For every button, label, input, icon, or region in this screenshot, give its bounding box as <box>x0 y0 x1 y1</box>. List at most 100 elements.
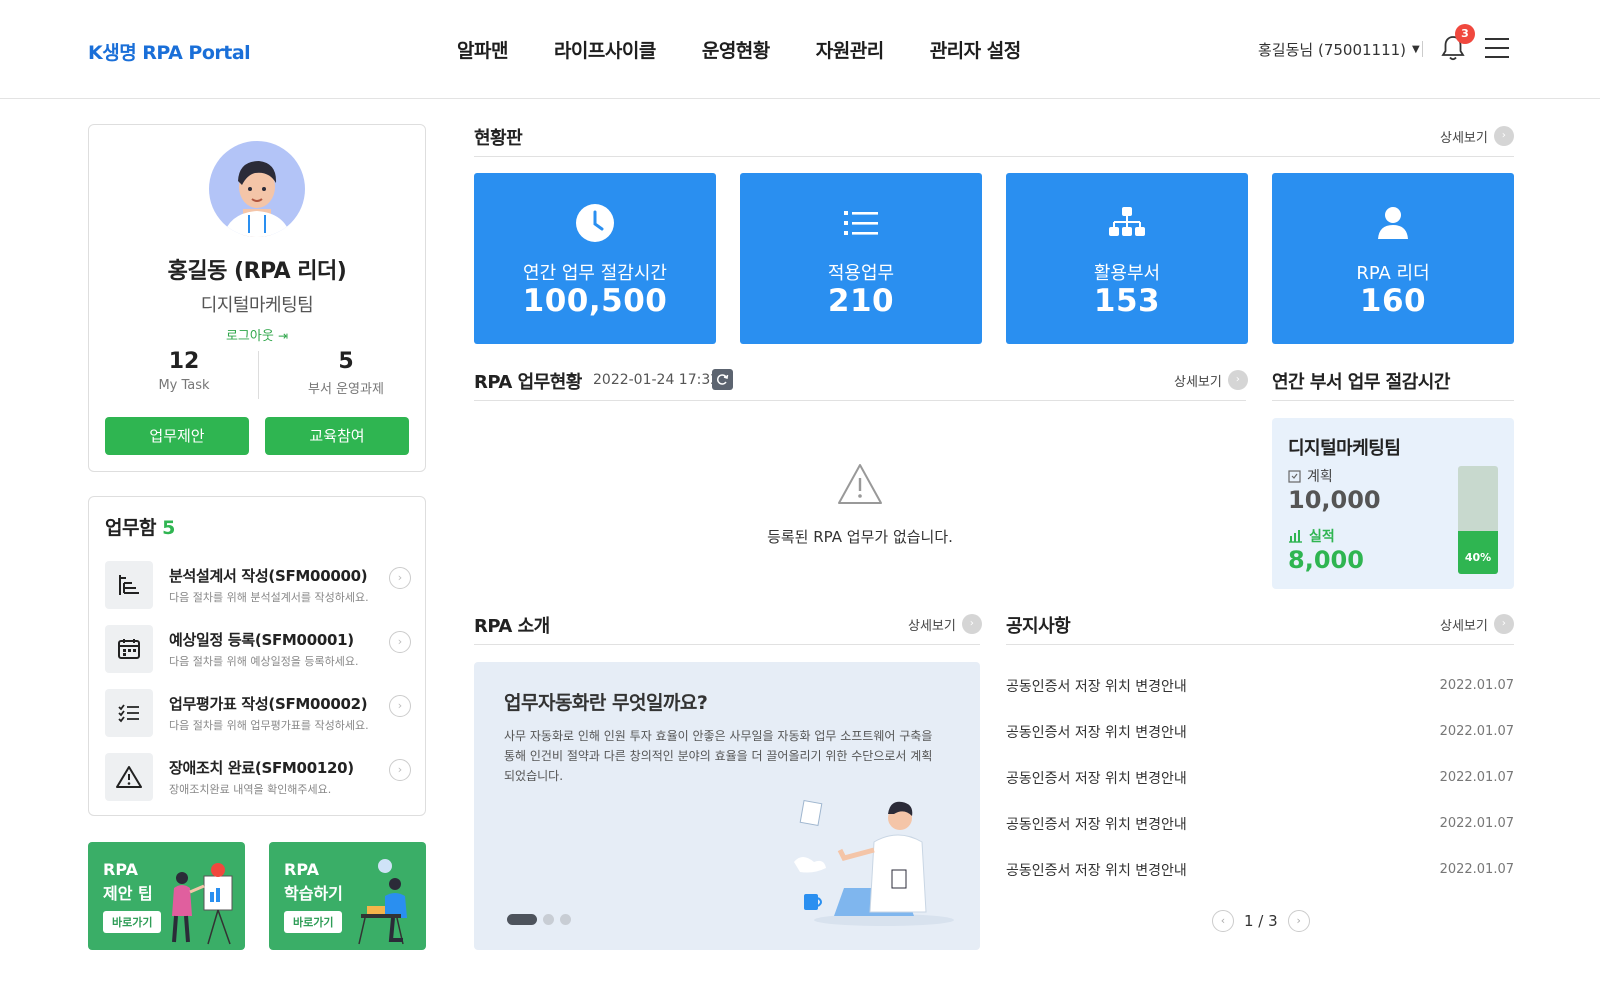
caret-down-icon: ▼ <box>1412 44 1420 55</box>
tile-value: 210 <box>827 283 895 319</box>
stat-my-task[interactable]: 12 My Task <box>109 349 259 393</box>
intro-more-link[interactable]: 상세보기 › <box>908 614 982 634</box>
dept-saving-title: 연간 부서 업무 절감시간 <box>1272 372 1450 393</box>
logout-link[interactable]: 로그아웃 ⇥ <box>89 325 425 344</box>
carousel-dot[interactable] <box>560 914 571 925</box>
banner-learn-rpa[interactable]: RPA 학습하기 바로가기 <box>269 842 426 950</box>
banner-title: RPA 제안 팁 <box>103 858 153 906</box>
carousel-dot[interactable] <box>507 914 537 925</box>
nav-item-resources[interactable]: 자원관리 <box>816 36 884 63</box>
stat-label: My Task <box>158 378 210 393</box>
section-divider <box>1272 400 1514 401</box>
intro-body: 사무 자동화로 인해 인원 투자 효율이 안좋은 사무일을 자동화 업무 소프트… <box>504 729 933 783</box>
notice-item-date: 2022.01.07 <box>1439 862 1514 877</box>
logout-icon: ⇥ <box>277 329 289 343</box>
calendar-icon <box>105 625 153 673</box>
task-item[interactable]: 분석설계서 작성(SFM00000) 다음 절차를 위해 분석설계서를 작성하세… <box>105 561 411 613</box>
profile-card: 홍길동 (RPA 리더) 디지털마케팅팀 로그아웃 ⇥ 12 My Task 5… <box>88 124 426 472</box>
plan-label: 계획 <box>1288 466 1333 486</box>
banner-proposal-tips[interactable]: RPA 제안 팁 바로가기 <box>88 842 245 950</box>
notice-more-link[interactable]: 상세보기 › <box>1440 614 1514 634</box>
notice-item[interactable]: 공동인증서 저장 위치 변경안내 2022.01.07 <box>1006 676 1514 700</box>
notice-pager: ‹ 1 / 3 › <box>1212 910 1310 932</box>
intro-carousel: 업무자동화란 무엇일까요? 사무 자동화로 인해 인원 투자 효율이 안좋은 사… <box>474 662 980 950</box>
notice-item[interactable]: 공동인증서 저장 위치 변경안내 2022.01.07 <box>1006 814 1514 838</box>
more-label: 상세보기 <box>1440 130 1488 146</box>
actual-value: 8,000 <box>1288 546 1364 574</box>
notice-item-date: 2022.01.07 <box>1439 770 1514 785</box>
stat-dept-projects[interactable]: 5 부서 운영과제 <box>271 349 421 397</box>
refresh-icon[interactable] <box>712 369 733 390</box>
notice-item[interactable]: 공동인증서 저장 위치 변경안내 2022.01.07 <box>1006 768 1514 792</box>
notice-title: 공지사항 <box>1006 616 1071 637</box>
clock-icon <box>474 203 716 243</box>
chevron-right-icon[interactable]: › <box>389 631 411 653</box>
join-training-button[interactable]: 교육참여 <box>265 417 409 455</box>
header-divider <box>1422 41 1423 57</box>
notice-item-title: 공동인증서 저장 위치 변경안내 <box>1006 771 1187 787</box>
banner-line: RPA <box>284 860 319 879</box>
logo[interactable]: K생명 RPA Portal <box>88 38 251 65</box>
notice-item-title: 공동인증서 저장 위치 변경안내 <box>1006 863 1187 879</box>
chevron-right-icon[interactable]: › <box>389 759 411 781</box>
main-nav: 알파맨 라이프사이클 운영현황 자원관리 관리자 설정 <box>457 36 1067 63</box>
rpa-status-title: RPA 업무현황 <box>474 372 582 393</box>
stat-divider <box>258 351 259 399</box>
notice-item[interactable]: 공동인증서 저장 위치 변경안내 2022.01.07 <box>1006 722 1514 746</box>
carousel-dots <box>507 914 571 925</box>
banner-go-button[interactable]: 바로가기 <box>284 911 343 933</box>
notice-item-title: 공동인증서 저장 위치 변경안내 <box>1006 817 1187 833</box>
notice-item-date: 2022.01.07 <box>1439 816 1514 831</box>
clipboard-icon <box>1288 470 1301 483</box>
tile-label: 연간 업무 절감시간 <box>523 263 667 284</box>
nav-item-operations[interactable]: 운영현황 <box>702 36 770 63</box>
task-item[interactable]: 예상일정 등록(SFM00001) 다음 절차를 위해 예상일정을 등록하세요.… <box>105 625 411 677</box>
user-name: 홍길동님 (75001111) <box>1258 41 1407 59</box>
section-divider <box>474 400 1246 401</box>
nav-item-alphaman[interactable]: 알파맨 <box>457 36 508 63</box>
tile-applied-tasks[interactable]: 적용업무 210 <box>740 173 982 344</box>
dept-name: 디지털마케팅팀 <box>1288 438 1401 459</box>
task-item[interactable]: 장애조치 완료(SFM00120) 장애조치완료 내역을 확인해주세요. › <box>105 753 411 805</box>
dashboard-more-link[interactable]: 상세보기 › <box>1440 126 1514 146</box>
nav-item-admin-settings[interactable]: 관리자 설정 <box>930 36 1022 63</box>
nav-item-lifecycle[interactable]: 라이프사이클 <box>554 36 656 63</box>
plan-value: 10,000 <box>1288 486 1381 514</box>
top-header: K생명 RPA Portal 알파맨 라이프사이클 운영현황 자원관리 관리자 … <box>0 0 1600 99</box>
tile-annual-saving[interactable]: 연간 업무 절감시간 100,500 <box>474 173 716 344</box>
propose-task-button[interactable]: 업무제안 <box>105 417 249 455</box>
tile-active-depts[interactable]: 활용부서 153 <box>1006 173 1248 344</box>
notice-item-title: 공동인증서 저장 위치 변경안내 <box>1006 725 1187 741</box>
intro-heading: 업무자동화란 무엇일까요? <box>504 692 708 714</box>
hamburger-menu-icon[interactable] <box>1485 38 1509 58</box>
rpa-status-timestamp: 2022-01-24 17:32 <box>593 372 720 388</box>
avatar <box>209 141 305 237</box>
banner-go-button[interactable]: 바로가기 <box>103 911 162 933</box>
chevron-left-icon[interactable]: ‹ <box>1212 910 1234 932</box>
chevron-right-icon[interactable]: › <box>389 695 411 717</box>
org-chart-icon <box>1006 203 1248 243</box>
more-label: 상세보기 <box>1174 374 1222 390</box>
carousel-dot[interactable] <box>543 914 554 925</box>
more-label: 상세보기 <box>1440 618 1488 634</box>
chevron-right-icon[interactable]: › <box>389 567 411 589</box>
notice-item-date: 2022.01.07 <box>1439 678 1514 693</box>
checklist-icon <box>105 689 153 737</box>
learner-illustration <box>358 859 407 945</box>
tile-rpa-leaders[interactable]: RPA 리더 160 <box>1272 173 1514 344</box>
chevron-right-icon: › <box>1493 614 1514 634</box>
user-menu[interactable]: 홍길동님 (75001111) ▼ <box>1258 39 1420 60</box>
section-divider <box>474 644 980 645</box>
chevron-right-icon[interactable]: › <box>1287 910 1310 932</box>
notice-item-date: 2022.01.07 <box>1439 724 1514 739</box>
more-label: 상세보기 <box>908 618 956 634</box>
tile-label: RPA 리더 <box>1356 263 1430 284</box>
task-item[interactable]: 업무평가표 작성(SFM00002) 다음 절차를 위해 업무평가표를 작성하세… <box>105 689 411 741</box>
intro-title: RPA 소개 <box>474 616 550 637</box>
rpa-status-more-link[interactable]: 상세보기 › <box>1174 370 1248 390</box>
flowchart-icon <box>105 561 153 609</box>
worker-illustration <box>794 800 954 926</box>
warning-icon <box>836 462 884 510</box>
plan-label-text: 계획 <box>1307 469 1333 485</box>
notice-item[interactable]: 공동인증서 저장 위치 변경안내 2022.01.07 <box>1006 860 1514 884</box>
